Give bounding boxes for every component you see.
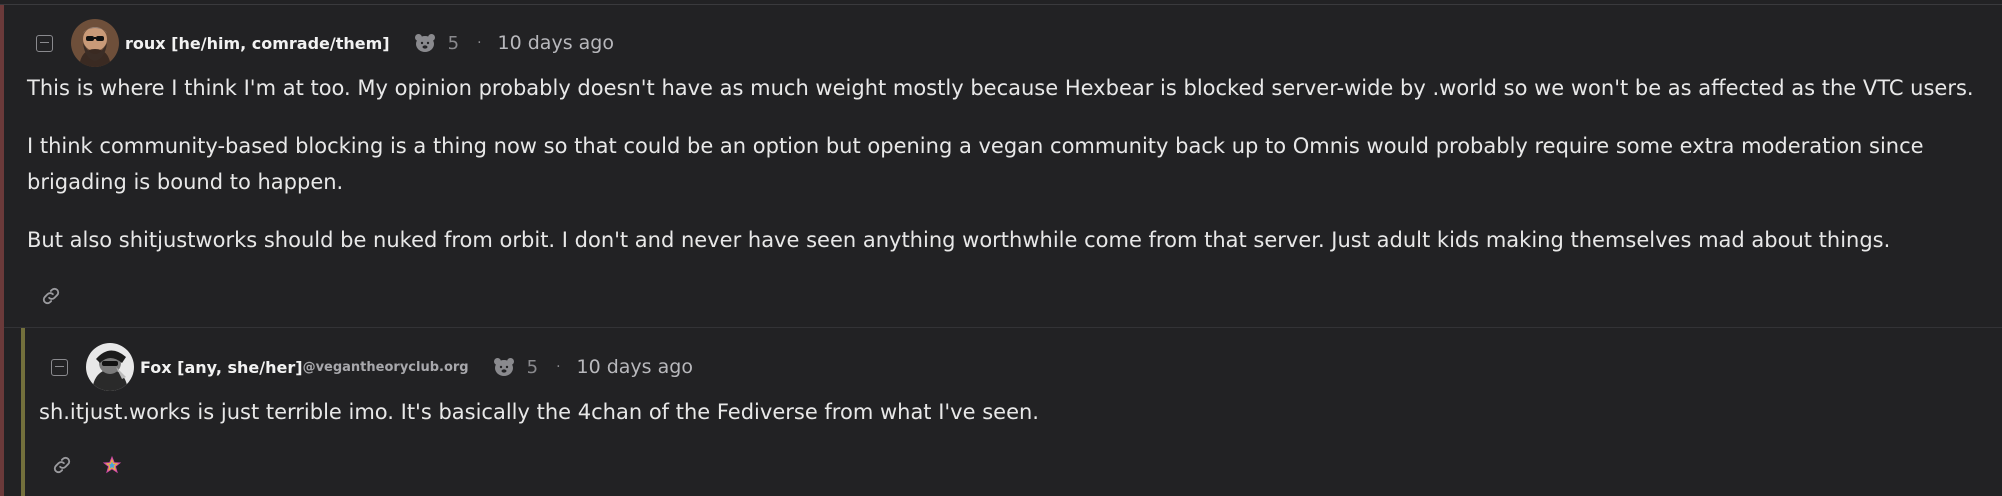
comment-body: sh.itjust.works is just terrible imo. It… [39, 394, 1039, 430]
score-value: 5 [526, 356, 539, 378]
bear-icon [493, 358, 514, 376]
comment-header: Fox [any, she/her] @vegantheoryclub.org … [51, 341, 693, 393]
divider [4, 327, 2002, 328]
thread-indent-bar [21, 328, 25, 496]
instance-name[interactable]: @vegantheoryclub.org [303, 360, 469, 375]
comment-actions [38, 283, 88, 309]
username[interactable]: Fox [any, she/her] [140, 358, 303, 377]
link-icon[interactable] [38, 283, 64, 309]
paragraph: brigading is bound to happen. [27, 170, 344, 194]
timestamp[interactable]: 10 days ago [498, 32, 614, 54]
username[interactable]: roux [he/him, comrade/them] [125, 34, 390, 53]
comment-actions [49, 452, 149, 478]
collapse-icon[interactable] [36, 34, 53, 52]
timestamp[interactable]: 10 days ago [577, 356, 693, 378]
separator-dot: · [477, 35, 482, 51]
separator-dot: · [556, 359, 561, 375]
comment-thread: roux [he/him, comrade/them] 5 · 10 days … [0, 0, 2002, 496]
score[interactable]: 5 [493, 357, 538, 378]
paragraph: I think community-based blocking is a th… [27, 134, 1924, 158]
paragraph: But also shitjustworks should be nuked f… [27, 228, 1891, 252]
comment-header: roux [he/him, comrade/them] 5 · 10 days … [36, 17, 614, 69]
comment-body: This is where I think I'm at too. My opi… [27, 70, 1974, 258]
star-icon[interactable] [99, 452, 125, 478]
bear-icon [414, 34, 435, 52]
avatar[interactable] [86, 343, 134, 391]
score-value: 5 [447, 32, 460, 54]
paragraph: sh.itjust.works is just terrible imo. It… [39, 400, 1039, 424]
thread-indent-bar [0, 5, 4, 496]
paragraph: This is where I think I'm at too. My opi… [27, 76, 1974, 100]
score[interactable]: 5 [414, 33, 459, 54]
divider [0, 4, 2002, 5]
collapse-icon[interactable] [51, 358, 68, 376]
avatar[interactable] [71, 19, 119, 67]
link-icon[interactable] [49, 452, 75, 478]
